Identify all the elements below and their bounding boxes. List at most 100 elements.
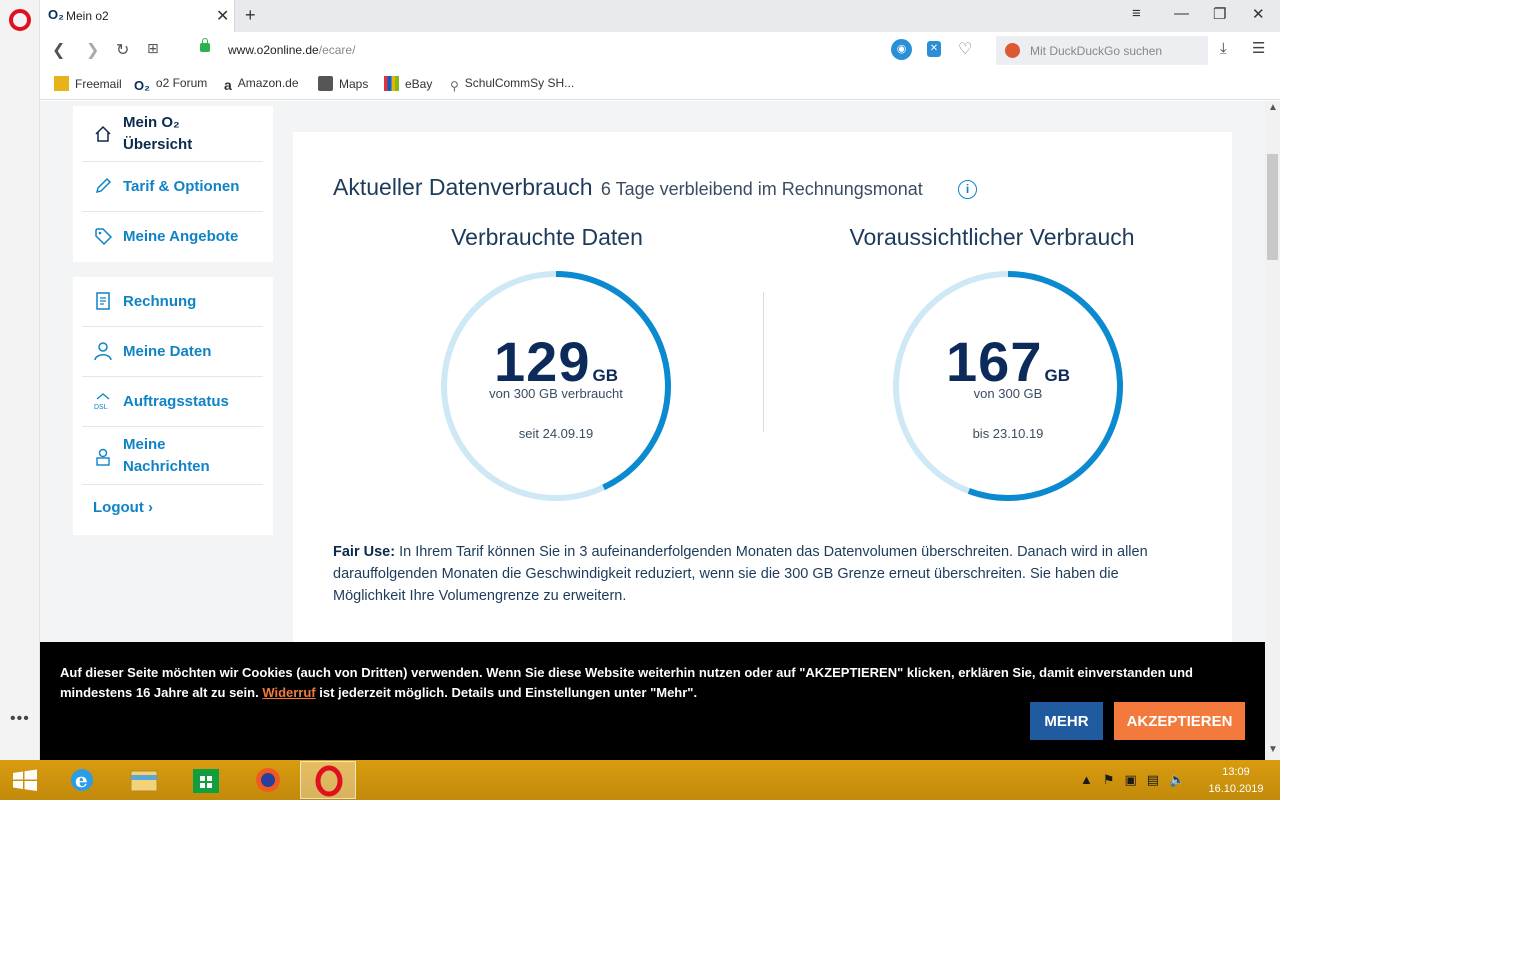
taskbar-explorer[interactable] [116,761,172,799]
forward-icon[interactable]: ❯ [86,40,99,60]
opera-logo-icon[interactable] [9,9,31,31]
tag-icon [95,228,113,246]
scroll-down-icon[interactable]: ▼ [1268,744,1278,755]
bookmark-schulcommsy[interactable]: ⚲ SchulCommSy SH... [450,76,574,94]
cookie-banner: Auf dieser Seite möchten wir Cookies (au… [40,642,1265,760]
sidebar-item-overview[interactable]: Mein O₂ Übersicht [82,106,263,162]
fair-use-text: Fair Use: In Ihrem Tarif können Sie in 3… [333,541,1193,607]
tab-menu-icon[interactable]: ≡ [1132,5,1141,22]
home-icon [95,125,111,142]
o2-icon: O₂ [134,78,150,93]
maps-icon [318,76,333,91]
usage-subheading: 6 Tage verbleibend im Rechnungsmonat [600,179,923,199]
taskbar-firefox[interactable] [240,761,296,799]
window-close-icon[interactable]: ✕ [1252,5,1265,23]
bookmark-ebay[interactable]: eBay [384,76,432,91]
forecast-until: bis 23.10.19 [972,426,1044,441]
bookmark-maps[interactable]: Maps [318,76,368,91]
forecast-title: Voraussichtlicher Verbrauch [849,224,1135,250]
sidebar-item-auftragsstatus[interactable]: DSL Auftragsstatus [82,377,263,427]
speed-dial-icon[interactable]: ⊞ [147,40,159,57]
used-unit: GB [592,366,618,385]
back-icon[interactable]: ❮ [52,40,65,60]
dsl-icon: DSL [94,393,110,411]
search-placeholder: Mit DuckDuckGo suchen [1030,44,1163,58]
messages-icon [96,448,110,466]
scroll-up-icon[interactable]: ▲ [1268,102,1278,113]
svg-text:DSL: DSL [94,404,108,411]
url-domain: www.o2online.de [228,43,319,57]
lock-icon [200,38,210,52]
download-icon[interactable]: ⤓ [1220,40,1227,57]
accept-button[interactable]: AKZEPTIEREN [1114,702,1245,740]
logout-link[interactable]: Logout › [93,499,153,516]
sidebar-item-label: Meine Daten [123,343,212,360]
cookie-text: Auf dieser Seite möchten wir Cookies (au… [60,665,1193,700]
tab-close-icon[interactable]: ✕ [216,6,229,26]
used-subtitle: von 300 GB verbraucht [489,386,623,401]
amazon-icon: a [224,77,232,93]
url-field[interactable]: www.o2online.de/ecare/ [228,43,355,57]
forecast-subtitle: von 300 GB [973,386,1043,401]
search-input[interactable]: Mit DuckDuckGo suchen [996,36,1208,65]
column-divider [763,292,764,432]
store-icon [193,769,219,793]
page-scrollbar[interactable]: ▲ ▼ [1265,101,1280,760]
sidebar-item-label: Meine Angebote [123,228,239,245]
invoice-icon [96,292,110,310]
ebay-icon [384,76,399,91]
more-icon[interactable]: ••• [10,710,30,728]
heart-icon[interactable]: ♡ [958,39,972,59]
taskbar-ie[interactable]: e [54,761,110,799]
firefox-icon [256,768,280,792]
info-icon[interactable]: i [958,180,977,199]
system-tray[interactable]: ▲⚑▣▤🔈 [1080,772,1195,788]
adblock-icon[interactable]: ✕ [927,41,941,57]
fair-use-label: Fair Use: [333,544,396,560]
bookmark-freemail[interactable]: Freemail [54,76,122,91]
forecast-value: 167 [946,330,1043,393]
sidebar-item-tarif[interactable]: Tarif & Optionen [82,162,263,212]
tab-mein-o2[interactable]: O₂ Mein o2 ✕ [40,0,235,32]
restore-icon[interactable]: ❐ [1213,5,1226,23]
sidebar-card-primary: Mein O₂ Übersicht Tarif & Optionen Meine … [73,106,273,262]
sidebar-item-daten[interactable]: Meine Daten [82,327,263,377]
sidebar-item-angebote[interactable]: Meine Angebote [82,212,263,262]
minimize-icon[interactable]: — [1174,5,1189,22]
sidebar-item-label: Tarif & Optionen [123,178,240,195]
more-button[interactable]: MEHR [1030,702,1103,740]
windows-icon [13,769,37,791]
sidebar-item-label: Meine [123,436,166,453]
sidebar-card-secondary: Rechnung Meine Daten DSL Auftragsstatus … [73,277,273,535]
reload-icon[interactable]: ↻ [116,40,129,60]
widerruf-link[interactable]: Widerruf [262,685,315,700]
clock-date[interactable]: 16.10.2019 [1203,783,1269,795]
svg-text:e: e [75,768,88,792]
taskbar-store[interactable] [178,761,234,799]
user-icon [94,342,112,361]
bookmark-amazon[interactable]: a Amazon.de [224,76,299,93]
o2-favicon-icon: O₂ [48,7,64,22]
ie-icon: e [71,768,93,792]
used-data-title: Verbrauchte Daten [451,224,643,250]
bookmark-o2-forum[interactable]: O₂ o2 Forum [134,76,207,93]
opera-icon [315,765,343,797]
new-tab-icon[interactable]: + [245,5,256,26]
used-since: seit 24.09.19 [518,426,594,441]
start-button[interactable] [0,761,50,799]
folder-icon [130,770,158,792]
sidebar-item-label: Nachrichten [123,458,210,475]
taskbar-opera[interactable] [300,761,356,799]
freemail-icon [54,76,69,91]
taskbar: e ▲⚑▣▤🔈 13:09 16.10.2019 [0,760,1280,800]
tab-title: Mein o2 [66,9,109,23]
sidebar-item-rechnung[interactable]: Rechnung [82,277,263,327]
scroll-thumb[interactable] [1267,154,1278,260]
fair-use-body: In Ihrem Tarif können Sie in 3 aufeinand… [333,544,1148,604]
easy-setup-icon[interactable]: ☰ [1252,39,1265,57]
sidebar-item-label: Mein O₂ [123,114,180,131]
clock-time[interactable]: 13:09 [1206,766,1266,778]
snapshot-icon[interactable]: ◉ [891,39,912,60]
sidebar-item-nachrichten[interactable]: Meine Nachrichten [82,427,263,485]
bookmarks-bar: Freemail O₂ o2 Forum a Amazon.de Maps eBay… [40,68,1280,100]
